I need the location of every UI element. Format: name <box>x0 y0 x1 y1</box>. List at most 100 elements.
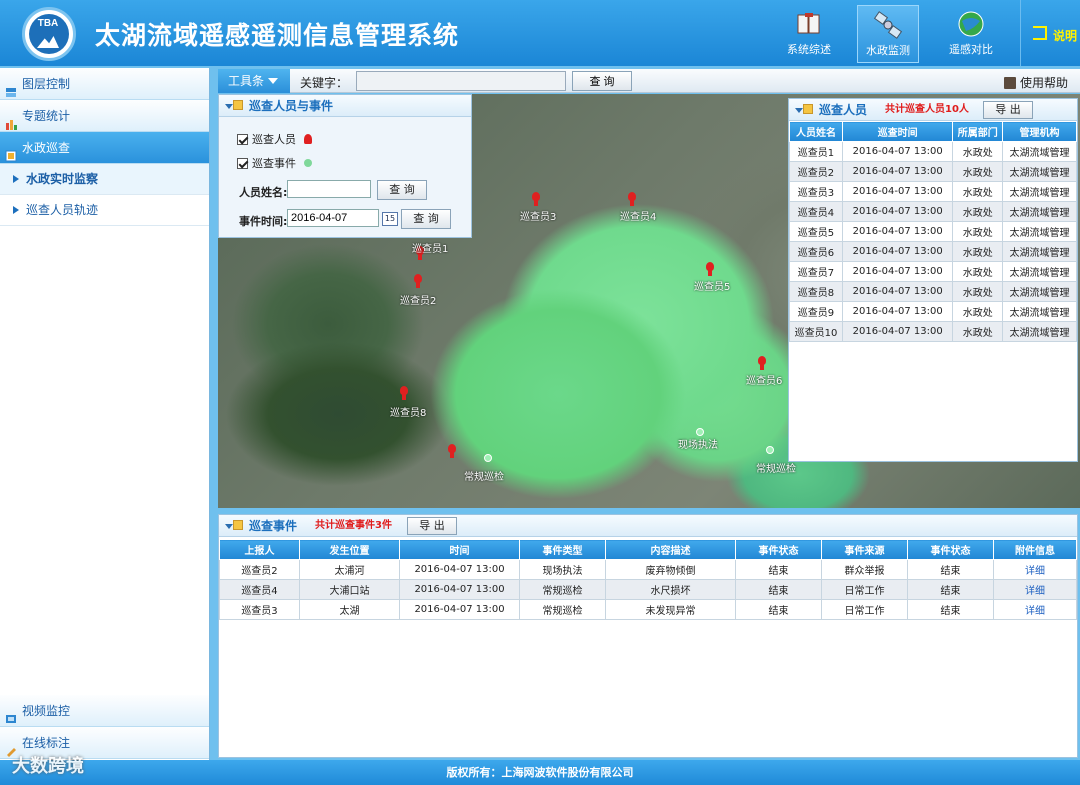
table-row[interactable]: 巡查员9 2016-04-07 13:00 水政处 太湖流域管理 <box>789 301 1077 322</box>
people-table: 人员姓名 巡查时间 所属部门 管理机构 巡查员1 2016-04-07 13:00… <box>789 121 1077 342</box>
marker-label: 巡查员2 <box>400 296 437 307</box>
table-cell: 水政处 <box>952 301 1004 322</box>
people-count: 共计巡查人员10人 <box>885 104 969 115</box>
panel-header[interactable]: 巡查人员 共计巡查人员10人 导 出 <box>789 99 1077 121</box>
patrol-marker[interactable] <box>756 356 770 370</box>
patrol-marker[interactable] <box>412 274 426 288</box>
table-row[interactable]: 巡查员8 2016-04-07 13:00 水政处 太湖流域管理 <box>789 281 1077 302</box>
col-header[interactable]: 上报人 <box>219 539 300 560</box>
table-row[interactable]: 巡查员7 2016-04-07 13:00 水政处 太湖流域管理 <box>789 261 1077 282</box>
checkbox-box[interactable] <box>237 134 248 145</box>
table-row[interactable]: 巡查员1 2016-04-07 13:00 水政处 太湖流域管理 <box>789 141 1077 162</box>
col-header[interactable]: 发生位置 <box>299 539 400 560</box>
col-header[interactable]: 附件信息 <box>993 539 1077 560</box>
table-row[interactable]: 巡查员2 2016-04-07 13:00 水政处 太湖流域管理 <box>789 161 1077 182</box>
table-cell: 巡查员2 <box>789 161 843 182</box>
event-marker[interactable] <box>766 446 774 454</box>
nav-label: 系统综述 <box>787 43 831 56</box>
event-date-input[interactable] <box>287 209 379 227</box>
table-cell: 太湖流域管理 <box>1002 321 1077 342</box>
detail-link[interactable]: 详细 <box>993 599 1077 620</box>
nav-help-desc[interactable]: 说明 <box>1020 0 1080 66</box>
table-row[interactable]: 巡查员2 太浦河 2016-04-07 13:00 现场执法 废弃物倾倒 结束 群众举报 结束… <box>219 559 1077 580</box>
checkbox-box[interactable] <box>237 158 248 169</box>
patrol-marker[interactable] <box>398 386 412 400</box>
export-events-button[interactable]: 导 出 <box>407 517 457 535</box>
table-cell: 水政处 <box>952 141 1004 162</box>
table-cell: 2016-04-07 13:00 <box>399 559 520 580</box>
table-cell: 太湖流域管理 <box>1002 221 1077 242</box>
checkbox-patrol-people[interactable]: 巡查人员 <box>237 131 312 147</box>
name-query-button[interactable]: 查 询 <box>377 180 427 200</box>
person-name-input[interactable] <box>287 180 371 198</box>
table-cell: 大浦口站 <box>299 579 400 600</box>
marker-label: 巡查员5 <box>694 282 731 293</box>
detail-link[interactable]: 详细 <box>993 559 1077 580</box>
table-cell: 巡查员7 <box>789 261 843 282</box>
keyword-label: 关键字： <box>300 76 349 90</box>
nav-system-overview[interactable]: 系统综述 <box>778 5 840 63</box>
col-header[interactable]: 时间 <box>399 539 520 560</box>
table-cell: 2016-04-07 13:00 <box>841 141 954 162</box>
sidebar-subitem-patrol-track[interactable]: 巡查人员轨迹 <box>0 195 209 226</box>
table-cell: 太湖 <box>299 599 400 620</box>
table-cell: 太湖流域管理 <box>1002 201 1077 222</box>
table-row[interactable]: 巡查员3 太湖 2016-04-07 13:00 常规巡检 未发现异常 结束 日常工作 结束详… <box>219 599 1077 620</box>
detail-link[interactable]: 详细 <box>993 579 1077 600</box>
folder-icon <box>233 520 243 530</box>
panel-header[interactable]: 巡查人员与事件 <box>219 95 471 117</box>
patrol-marker[interactable] <box>530 192 544 206</box>
col-header[interactable]: 管理机构 <box>1002 121 1077 142</box>
calendar-icon[interactable]: 15 <box>382 212 398 226</box>
nav-water-monitoring[interactable]: 水政监测 <box>857 5 919 63</box>
sidebar-item-video-monitor[interactable]: 视频监控 <box>0 695 209 727</box>
table-row[interactable]: 巡查员4 大浦口站 2016-04-07 13:00 常规巡检 水尺损坏 结束 日常工作 结束… <box>219 579 1077 600</box>
col-header[interactable]: 巡查时间 <box>841 121 954 142</box>
col-header[interactable]: 事件状态 <box>907 539 994 560</box>
sidebar-item-thematic-stats[interactable]: 专题统计 <box>0 100 209 132</box>
keyword-input[interactable] <box>356 71 566 91</box>
person-marker-icon <box>303 134 312 144</box>
checkbox-patrol-events[interactable]: 巡查事件 <box>237 155 312 171</box>
table-row[interactable]: 巡查员4 2016-04-07 13:00 水政处 太湖流域管理 <box>789 201 1077 222</box>
panel-header[interactable]: 巡查事件 共计巡查事件3件 导 出 <box>219 515 1077 537</box>
table-cell: 水政处 <box>952 201 1004 222</box>
patrol-marker[interactable] <box>446 444 460 458</box>
patrol-marker[interactable] <box>704 262 718 276</box>
table-cell: 2016-04-07 13:00 <box>841 201 954 222</box>
table-cell: 2016-04-07 13:00 <box>841 161 954 182</box>
table-cell: 常规巡检 <box>519 599 606 620</box>
logo: TBA <box>22 7 76 61</box>
col-header[interactable]: 所属部门 <box>952 121 1004 142</box>
table-row[interactable]: 巡查员3 2016-04-07 13:00 水政处 太湖流域管理 <box>789 181 1077 202</box>
event-marker[interactable] <box>484 454 492 462</box>
col-header[interactable]: 事件类型 <box>519 539 606 560</box>
tools-dropdown[interactable]: 工具条 <box>218 69 290 93</box>
table-row[interactable]: 巡查员6 2016-04-07 13:00 水政处 太湖流域管理 <box>789 241 1077 262</box>
logo-text: TBA <box>37 18 59 29</box>
help-link[interactable]: 使用帮助 <box>1004 74 1068 91</box>
col-header[interactable]: 事件来源 <box>821 539 908 560</box>
sidebar-item-label: 图层控制 <box>22 77 71 91</box>
sidebar-item-label: 在线标注 <box>22 736 71 750</box>
date-query-button[interactable]: 查 询 <box>401 209 451 229</box>
sidebar-item-water-patrol[interactable]: 水政巡查 <box>0 132 209 164</box>
marker-label: 巡查员6 <box>746 376 783 387</box>
event-marker[interactable] <box>696 428 704 436</box>
sidebar-item-layer-control[interactable]: 图层控制 <box>0 68 209 100</box>
sidebar-subitem-realtime-monitor[interactable]: 水政实时监察 <box>0 164 209 195</box>
keyword-query-button[interactable]: 查 询 <box>572 71 632 91</box>
col-header[interactable]: 内容描述 <box>605 539 736 560</box>
col-header[interactable]: 人员姓名 <box>789 121 843 142</box>
patrol-marker[interactable] <box>626 192 640 206</box>
triangle-right-icon <box>13 175 19 183</box>
patrol-people-panel: 巡查人员 共计巡查人员10人 导 出 人员姓名 巡查时间 所属部门 管理机构 巡… <box>788 98 1078 462</box>
table-cell: 水政处 <box>952 321 1004 342</box>
col-header[interactable]: 事件状态 <box>735 539 822 560</box>
table-cell: 巡查员1 <box>789 141 843 162</box>
export-people-button[interactable]: 导 出 <box>983 101 1033 119</box>
nav-rs-compare[interactable]: 遥感对比 <box>940 5 1002 63</box>
panel-title: 巡查事件 <box>249 519 298 533</box>
table-row[interactable]: 巡查员5 2016-04-07 13:00 水政处 太湖流域管理 <box>789 221 1077 242</box>
table-row[interactable]: 巡查员10 2016-04-07 13:00 水政处 太湖流域管理 <box>789 321 1077 342</box>
